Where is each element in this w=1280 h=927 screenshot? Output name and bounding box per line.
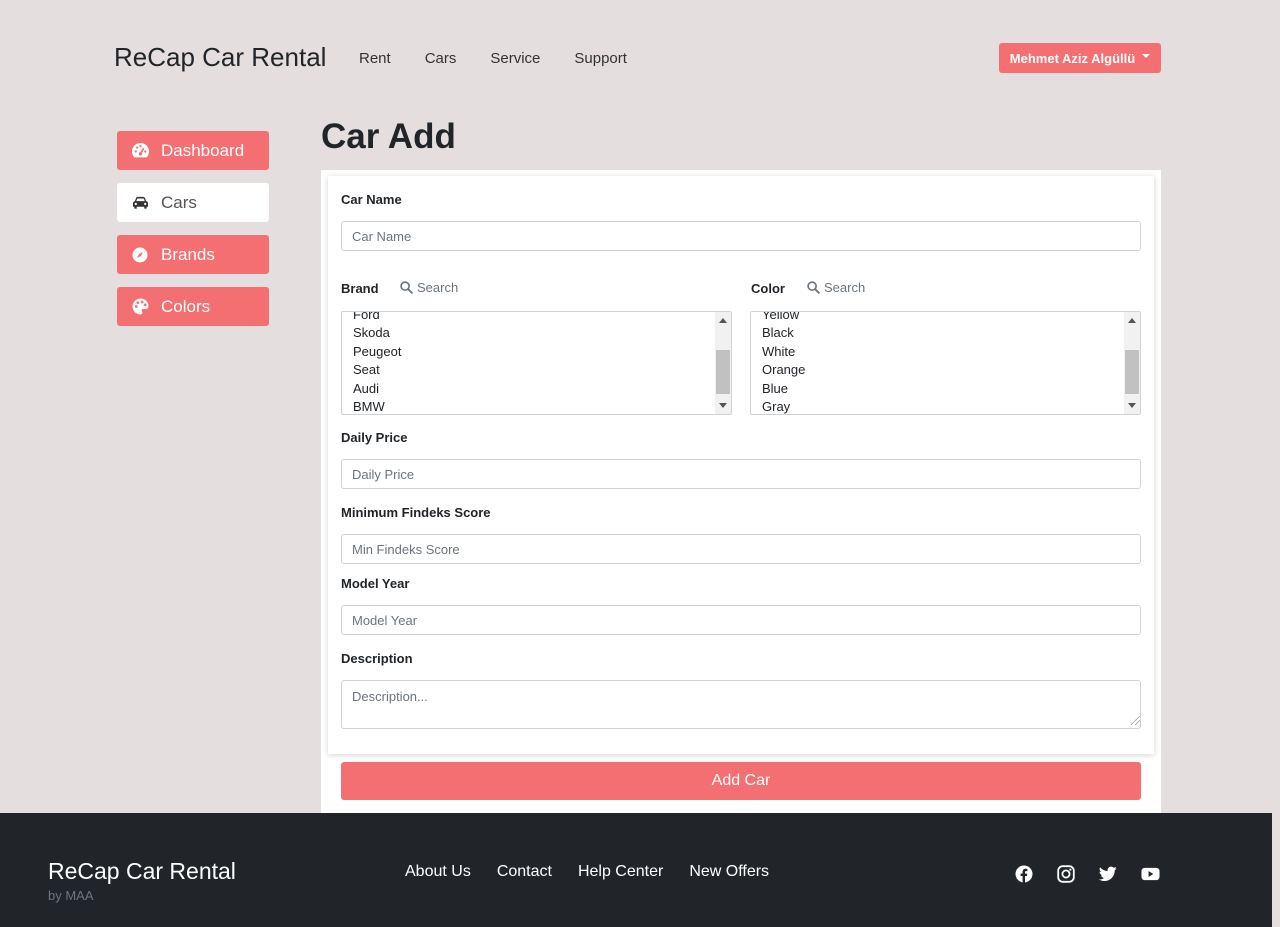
car-name-label: Car Name bbox=[341, 192, 402, 207]
footer-link-offers[interactable]: New Offers bbox=[689, 863, 769, 881]
scroll-up-icon[interactable] bbox=[1128, 318, 1136, 323]
facebook-icon[interactable] bbox=[1014, 864, 1034, 884]
daily-price-label: Daily Price bbox=[341, 430, 408, 445]
color-scrollbar[interactable] bbox=[1124, 312, 1140, 414]
description-label: Description bbox=[341, 651, 413, 666]
caret-down-icon bbox=[1142, 54, 1151, 58]
brand-scrollbar[interactable] bbox=[715, 312, 731, 414]
model-year-input[interactable] bbox=[341, 605, 1141, 635]
color-search[interactable]: Search bbox=[807, 280, 865, 295]
nav-service[interactable]: Service bbox=[490, 50, 540, 67]
color-option[interactable]: Yellow bbox=[762, 312, 805, 324]
sidebar-item-colors[interactable]: Colors bbox=[117, 287, 269, 326]
compass-icon bbox=[130, 245, 150, 265]
min-findeks-label: Minimum Findeks Score bbox=[341, 505, 491, 520]
daily-price-input[interactable] bbox=[341, 459, 1141, 489]
min-findeks-input[interactable] bbox=[341, 534, 1141, 564]
description-textarea[interactable] bbox=[341, 680, 1141, 729]
sidebar-item-label: Brands bbox=[161, 244, 215, 264]
nav-cars[interactable]: Cars bbox=[425, 50, 457, 67]
scroll-up-icon[interactable] bbox=[719, 318, 727, 323]
page-title: Car Add bbox=[321, 117, 456, 156]
scroll-down-icon[interactable] bbox=[719, 403, 727, 408]
sidebar-item-label: Colors bbox=[161, 296, 211, 316]
color-select[interactable]: Yellow Black White Orange Blue Gray bbox=[750, 311, 1141, 415]
color-label: Color bbox=[751, 281, 785, 296]
footer-brand: ReCap Car Rental bbox=[48, 858, 236, 884]
color-option[interactable]: White bbox=[762, 343, 805, 361]
car-name-input[interactable] bbox=[341, 221, 1141, 251]
youtube-icon[interactable] bbox=[1140, 864, 1160, 884]
scroll-down-icon[interactable] bbox=[1128, 403, 1136, 408]
user-name: Mehmet Aziz Algüllü bbox=[1009, 50, 1136, 66]
sidebar-item-label: Dashboard bbox=[161, 140, 245, 160]
search-icon bbox=[400, 281, 413, 294]
footer-links: About Us Contact Help Center New Offers bbox=[405, 863, 795, 881]
brand-option[interactable]: Peugeot bbox=[353, 343, 401, 361]
sidebar-item-label: Cars bbox=[161, 192, 197, 212]
twitter-icon[interactable] bbox=[1098, 864, 1118, 884]
color-option[interactable]: Orange bbox=[762, 361, 805, 379]
brand-title[interactable]: ReCap Car Rental bbox=[114, 42, 326, 73]
footer-byline: by MAA bbox=[48, 888, 94, 903]
nav-support[interactable]: Support bbox=[574, 50, 627, 67]
brand-search-placeholder: Search bbox=[417, 280, 459, 295]
brand-select[interactable]: Ford Skoda Peugeot Seat Audi BMW bbox=[341, 311, 732, 415]
footer-link-help[interactable]: Help Center bbox=[578, 863, 663, 881]
search-icon bbox=[807, 281, 820, 294]
sidebar-item-cars[interactable]: Cars bbox=[117, 183, 269, 222]
brand-search[interactable]: Search bbox=[400, 280, 458, 295]
resize-handle-icon[interactable] bbox=[1131, 716, 1140, 725]
brand-label: Brand bbox=[341, 281, 379, 296]
sidebar-item-brands[interactable]: Brands bbox=[117, 235, 269, 274]
scroll-thumb[interactable] bbox=[716, 350, 730, 394]
top-nav: Rent Cars Service Support bbox=[359, 50, 661, 67]
brand-option[interactable]: Seat bbox=[353, 361, 401, 379]
brand-option[interactable]: Skoda bbox=[353, 324, 401, 342]
scroll-thumb[interactable] bbox=[1125, 350, 1139, 394]
instagram-icon[interactable] bbox=[1056, 864, 1076, 884]
brand-option[interactable]: Ford bbox=[353, 312, 401, 324]
nav-rent[interactable]: Rent bbox=[359, 50, 391, 67]
brand-option[interactable]: Audi bbox=[353, 380, 401, 398]
footer-link-contact[interactable]: Contact bbox=[497, 863, 552, 881]
gauge-icon bbox=[130, 141, 150, 161]
color-option[interactable]: Blue bbox=[762, 380, 805, 398]
color-option[interactable]: Black bbox=[762, 324, 805, 342]
palette-icon bbox=[130, 297, 150, 317]
color-search-placeholder: Search bbox=[824, 280, 866, 295]
add-car-button[interactable]: Add Car bbox=[341, 762, 1141, 800]
sidebar-item-dashboard[interactable]: Dashboard bbox=[117, 131, 269, 170]
user-dropdown-button[interactable]: Mehmet Aziz Algüllü bbox=[999, 43, 1161, 73]
color-option[interactable]: Gray bbox=[762, 398, 805, 414]
brand-option[interactable]: BMW bbox=[353, 398, 401, 414]
footer-link-about[interactable]: About Us bbox=[405, 863, 471, 881]
car-icon bbox=[130, 193, 150, 213]
model-year-label: Model Year bbox=[341, 576, 410, 591]
